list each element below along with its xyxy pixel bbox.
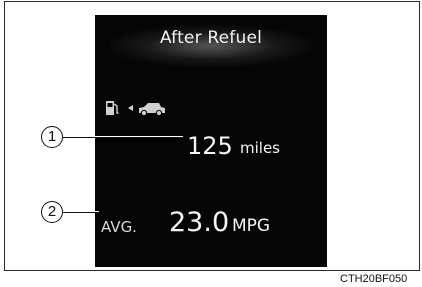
fuel-to-vehicle-icon-group [106, 101, 165, 117]
range-unit: miles [240, 139, 280, 157]
fuel-pump-icon [106, 101, 119, 115]
average-value: 23.0 [169, 207, 230, 238]
callout-2-leader-line-on-display [95, 211, 99, 212]
figure-code: CTH20BF050 [340, 273, 408, 285]
callout-1-leader-line-on-display [95, 136, 183, 137]
arrow-left-icon [128, 105, 133, 111]
vehicle-icon [139, 103, 165, 117]
average-unit: MPG [232, 216, 271, 236]
callout-2: 2 [41, 201, 63, 223]
callout-1: 1 [41, 126, 63, 148]
multi-info-display: After Refuel 125 miles AVG. 23.0 MPG [95, 15, 327, 267]
range-value: 125 [187, 132, 233, 160]
average-label: AVG. [101, 218, 137, 236]
callout-2-leader-line [63, 212, 99, 213]
display-title: After Refuel [159, 28, 263, 48]
callout-1-leader-line [63, 137, 183, 138]
